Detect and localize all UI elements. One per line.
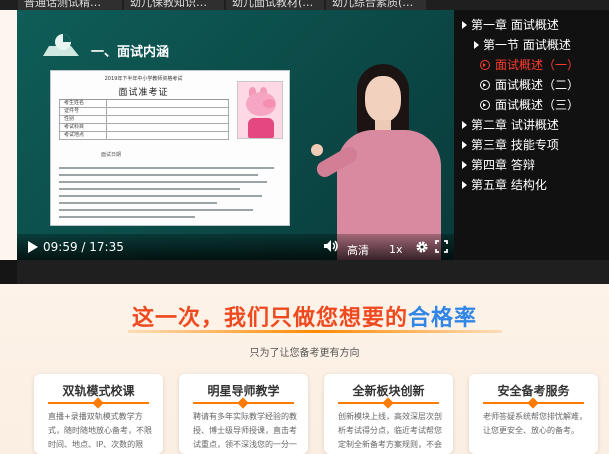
- play-circle-icon: [480, 60, 490, 70]
- presenter: [311, 64, 447, 260]
- feature-card-title: 安全备考服务: [497, 384, 570, 398]
- course-tab-bar: 普通话测试精… 幼儿保教知识… 幼儿面试教材(… 幼儿综合素质(…: [0, 0, 609, 10]
- lesson-item-active[interactable]: 面试概述（一）: [480, 55, 579, 75]
- course-tab[interactable]: 幼儿面试教材(…: [226, 0, 324, 10]
- presenter-hand: [311, 144, 323, 156]
- feature-card: 双轨模式校课 直播+录播双轨模式教学方式，随时随地放心备考，不限时间、地点、IP…: [34, 374, 163, 454]
- feature-card-rule: [48, 402, 149, 404]
- promo-headline-highlight: 合格率: [408, 306, 478, 331]
- feature-card-rule: [193, 402, 294, 404]
- promo-underline: [128, 330, 502, 333]
- chapter-label: 第三章 技能专项: [471, 138, 559, 152]
- triangle-icon: [462, 181, 467, 189]
- player-footer-strip: [0, 260, 609, 284]
- playback-time: 09:59 / 17:35: [43, 240, 124, 254]
- chapter-sidebar: 第一章 面试概述 第一节 面试概述 面试概述（一） 面试概述（二） 面试概述（三…: [454, 10, 609, 260]
- chapter-label: 第一章 面试概述: [471, 18, 559, 32]
- feature-card-title: 明星导师教学: [207, 384, 280, 398]
- feature-card-text: 创新模块上线，高效深层次剖析考试得分点，临近考试帮您定制全新备考方案规则，不会: [338, 412, 442, 449]
- play-circle-icon: [480, 80, 490, 90]
- feature-card-text: 老师答疑系统帮您排忧解难，让您更安全、放心的备考。: [483, 412, 587, 435]
- ticket-row: 考生姓名: [59, 100, 229, 108]
- feature-card-rule: [483, 402, 584, 404]
- lesson-label: 面试概述（二）: [495, 78, 580, 92]
- ticket-info-table: 考生姓名 证件号 性别 考试科目 考试地点: [59, 99, 229, 147]
- feature-card: 明星导师教学 聘请有多年实际教学经验的教授、博士级导师授课，直击考试重点，领不深…: [179, 374, 308, 454]
- quality-selector[interactable]: 高清: [347, 242, 369, 258]
- lesson-item[interactable]: 面试概述（三）: [480, 95, 579, 115]
- ticket-title: 面试准考证: [118, 88, 169, 98]
- chapter-label: 第五章 结构化: [471, 178, 547, 192]
- presenter-face: [365, 76, 401, 122]
- feature-card: 全新板块创新 创新模块上线，高效深层次剖析考试得分点，临近考试帮您定制全新备考方…: [324, 374, 453, 454]
- candidate-photo: [237, 81, 283, 139]
- ticket-row: 性别: [59, 116, 229, 124]
- ticket-row: 考试地点: [59, 132, 229, 140]
- gear-icon[interactable]: [415, 240, 429, 254]
- chapter-item[interactable]: 第五章 结构化: [462, 175, 547, 195]
- chapter-item[interactable]: 第三章 技能专项: [462, 135, 559, 155]
- chapter-item[interactable]: 第二章 试讲概述: [462, 115, 559, 135]
- ticket-row-label: 考试科目: [59, 124, 107, 131]
- triangle-icon: [474, 41, 479, 49]
- course-tab[interactable]: 普通话测试精…: [18, 0, 122, 10]
- exam-admission-ticket: 2019年下半年中小学教师资格考试 面试准考证 考生姓名 证件号 性别 考试科目…: [50, 70, 290, 226]
- ticket-row-label: 考生姓名: [59, 100, 107, 107]
- ticket-row-label: 性别: [59, 116, 107, 123]
- ticket-signature-label: 面试日期: [101, 152, 122, 158]
- feature-card-text: 聘请有多年实际教学经验的教授、博士级导师授课，直击考试重点，领不深浅您的一分一: [193, 412, 297, 449]
- course-tab[interactable]: 幼儿综合素质(…: [326, 0, 426, 10]
- speed-selector[interactable]: 1x: [389, 243, 403, 256]
- fullscreen-icon[interactable]: [435, 240, 448, 253]
- promo-section: 这一次，我们只做您想要的合格率 只为了让您备考更有方向 双轨模式校课 直播+录播…: [0, 284, 609, 454]
- chapter-label: 第二章 试讲概述: [471, 118, 559, 132]
- ticket-signature-row: 面试日期: [61, 151, 281, 161]
- ticket-row-label: 证件号: [59, 108, 107, 115]
- player-control-bar: 09:59 / 17:35 高清 1x: [17, 234, 454, 260]
- triangle-icon: [462, 161, 467, 169]
- triangle-icon: [462, 21, 467, 29]
- section-item[interactable]: 第一节 面试概述: [474, 35, 571, 55]
- pig-snout: [263, 99, 275, 108]
- promo-headline: 这一次，我们只做您想要的合格率: [0, 300, 609, 332]
- feature-card-title: 双轨模式校课: [62, 384, 135, 398]
- course-tab[interactable]: 幼儿保教知识…: [124, 0, 224, 10]
- feature-card: 安全备考服务 老师答疑系统帮您排忧解难，让您更安全、放心的备考。: [469, 374, 598, 454]
- triangle-icon: [462, 121, 467, 129]
- feature-card-title: 全新板块创新: [352, 384, 425, 398]
- lesson-label: 面试概述（三）: [495, 98, 580, 112]
- ticket-top-line: 2019年下半年中小学教师资格考试: [104, 76, 183, 82]
- chapter-item[interactable]: 第四章 答辩: [462, 155, 535, 175]
- feature-card-rule: [338, 402, 439, 404]
- lesson-label: 面试概述（一）: [495, 58, 580, 72]
- slide-logo-icon: [43, 34, 79, 56]
- play-circle-icon: [480, 100, 490, 110]
- triangle-icon: [462, 141, 467, 149]
- feature-card-text: 直播+录播双轨模式教学方式，随时随地放心备考，不限时间、地点、IP、次数的限制。: [48, 412, 152, 449]
- promo-subtitle: 只为了让您备考更有方向: [249, 348, 360, 359]
- chapter-item[interactable]: 第一章 面试概述: [462, 15, 559, 35]
- volume-icon[interactable]: [323, 239, 339, 253]
- chapter-label: 第四章 答辩: [471, 158, 535, 172]
- pig-dress: [248, 118, 274, 138]
- ticket-notes: [59, 167, 285, 223]
- ticket-row-label: 考试地点: [59, 132, 107, 139]
- slide-heading: 一、面试内涵: [91, 45, 170, 60]
- lesson-item[interactable]: 面试概述（二）: [480, 75, 579, 95]
- video-player[interactable]: 一、面试内涵 2019年下半年中小学教师资格考试 面试准考证 考生姓名 证件号 …: [17, 10, 454, 260]
- section-label: 第一节 面试概述: [483, 38, 571, 52]
- play-icon[interactable]: [27, 240, 39, 254]
- ticket-row: 证件号: [59, 108, 229, 116]
- ticket-row: 考试科目: [59, 124, 229, 132]
- promo-headline-main: 这一次，我们只做您想要的: [131, 306, 408, 331]
